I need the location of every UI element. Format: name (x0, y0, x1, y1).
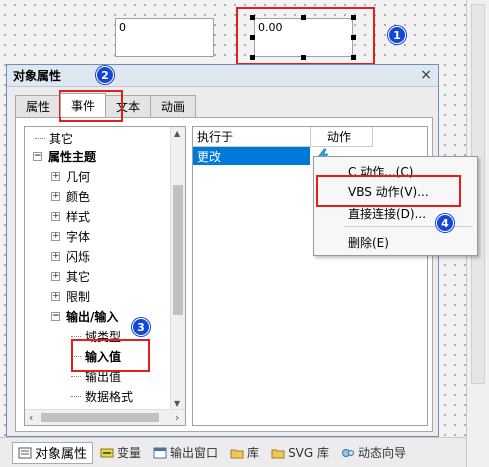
tab-properties[interactable]: 属性 (15, 95, 62, 117)
bottom-tab-tags[interactable]: 变量 (95, 442, 146, 464)
tree-item[interactable]: + 样式 (51, 207, 90, 225)
tree-item-label: 几何 (66, 169, 91, 184)
scroll-up-icon[interactable]: ▲ (174, 129, 180, 138)
menu-item-delete[interactable]: 删除(E) (314, 232, 477, 252)
bottom-panel-tabs: 对象属性 变量 输出窗口 库 SVG 库 动态向导 (0, 437, 466, 467)
tree-item-label: 其它 (66, 269, 91, 284)
bottom-tab-output-window[interactable]: 输出窗口 (148, 442, 223, 464)
column-header-action[interactable]: 动作 (311, 127, 373, 147)
bottom-tab-library[interactable]: 库 (225, 442, 264, 464)
highlight-box-field (236, 7, 375, 65)
step-badge-4: 4 (436, 214, 454, 232)
tree-item[interactable]: + 闪烁 (51, 247, 90, 265)
expand-icon[interactable]: + (51, 211, 60, 221)
tree-item[interactable]: + 其它 (51, 267, 90, 285)
bottom-tab-label: SVG 库 (288, 446, 330, 460)
expand-icon[interactable]: + (51, 171, 60, 181)
expand-icon[interactable]: + (51, 231, 60, 241)
dialog-title: 对象属性 (13, 69, 62, 83)
tree-item-label: 数据格式 (85, 389, 134, 404)
close-icon[interactable]: × (420, 68, 432, 82)
step-badge-2: 2 (96, 66, 114, 84)
tree-item[interactable]: 其它 (35, 129, 73, 147)
tree-vertical-scrollbar[interactable]: ▲ ▼ (170, 127, 185, 410)
property-tree: 其它 − 属性主题 + 几何 + 颜色 + 样式 + 字体 + 闪烁 + 其它 … (24, 126, 186, 426)
expand-icon[interactable]: + (51, 251, 60, 261)
tree-item-label: 字体 (66, 229, 91, 244)
highlight-box-tree-item (71, 339, 150, 372)
expand-icon[interactable]: + (51, 191, 60, 201)
scrollbar-thumb[interactable] (41, 413, 159, 422)
collapse-icon[interactable]: − (33, 151, 42, 161)
bottom-tab-label: 对象属性 (35, 447, 88, 462)
tree-connector (35, 137, 45, 139)
tree-item[interactable]: 数据格式 (71, 387, 133, 405)
tree-item-label: 其它 (49, 131, 74, 146)
tree-item[interactable]: − 输出/输入 (51, 307, 118, 325)
scroll-right-icon[interactable]: › (175, 411, 179, 424)
io-field-1[interactable]: 0 (115, 18, 214, 57)
collapse-icon[interactable]: − (51, 311, 60, 321)
column-header-trigger[interactable]: 执行于 (193, 127, 311, 147)
tree-item-label: 限制 (66, 289, 91, 304)
bottom-tab-label: 动态向导 (358, 446, 407, 460)
tree-connector (71, 375, 81, 377)
scroll-left-icon[interactable]: ‹ (29, 411, 33, 424)
tab-events[interactable]: 事件 (60, 93, 107, 117)
expand-icon[interactable]: + (51, 271, 60, 281)
wizard-icon (342, 448, 355, 457)
tree-connector (71, 335, 81, 337)
dialog-titlebar[interactable]: 对象属性 (7, 65, 438, 87)
tree-item[interactable]: + 颜色 (51, 187, 90, 205)
bottom-tab-label: 输出窗口 (170, 446, 219, 460)
tree-item-label: 输出/输入 (66, 309, 119, 324)
tab-animation[interactable]: 动画 (150, 95, 197, 117)
bottom-tab-object-properties[interactable]: 对象属性 (12, 441, 94, 464)
tree-item-label: 属性主题 (48, 149, 97, 164)
bottom-tab-dynamic-wizard[interactable]: 动态向导 (336, 442, 411, 464)
scroll-down-icon[interactable]: ▼ (174, 399, 180, 408)
scrollbar-thumb[interactable] (173, 185, 183, 315)
highlight-box-menu-item (316, 175, 461, 207)
menu-separator (344, 226, 473, 227)
tree-item[interactable]: + 限制 (51, 287, 90, 305)
window-icon (153, 447, 167, 458)
step-badge-3: 3 (132, 318, 150, 336)
step-badge-1: 1 (388, 26, 406, 44)
bottom-tab-label: 库 (247, 446, 260, 460)
tree-item[interactable]: − 属性主题 (33, 147, 96, 165)
tree-item-label: 样式 (66, 209, 91, 224)
tree-item-label: 闪烁 (66, 249, 91, 264)
bottom-tab-label: 变量 (117, 446, 142, 460)
event-row-change[interactable]: 更改 (193, 147, 310, 165)
bottom-tab-svg-library[interactable]: SVG 库 (266, 442, 334, 464)
tag-icon (100, 448, 114, 457)
expand-icon[interactable]: + (51, 291, 60, 301)
tree-item[interactable]: + 字体 (51, 227, 90, 245)
folder-icon (271, 449, 285, 458)
folder-icon (230, 449, 244, 458)
tree-item-label: 颜色 (66, 189, 91, 204)
tree-horizontal-scrollbar[interactable]: ‹ › (25, 409, 185, 425)
tree-item[interactable]: + 几何 (51, 167, 90, 185)
tree-connector (71, 395, 81, 397)
io-field-1-value: 0 (119, 21, 126, 34)
dialog-tabs: 属性 事件 文本 动画 (15, 93, 197, 117)
properties-icon (18, 447, 32, 458)
